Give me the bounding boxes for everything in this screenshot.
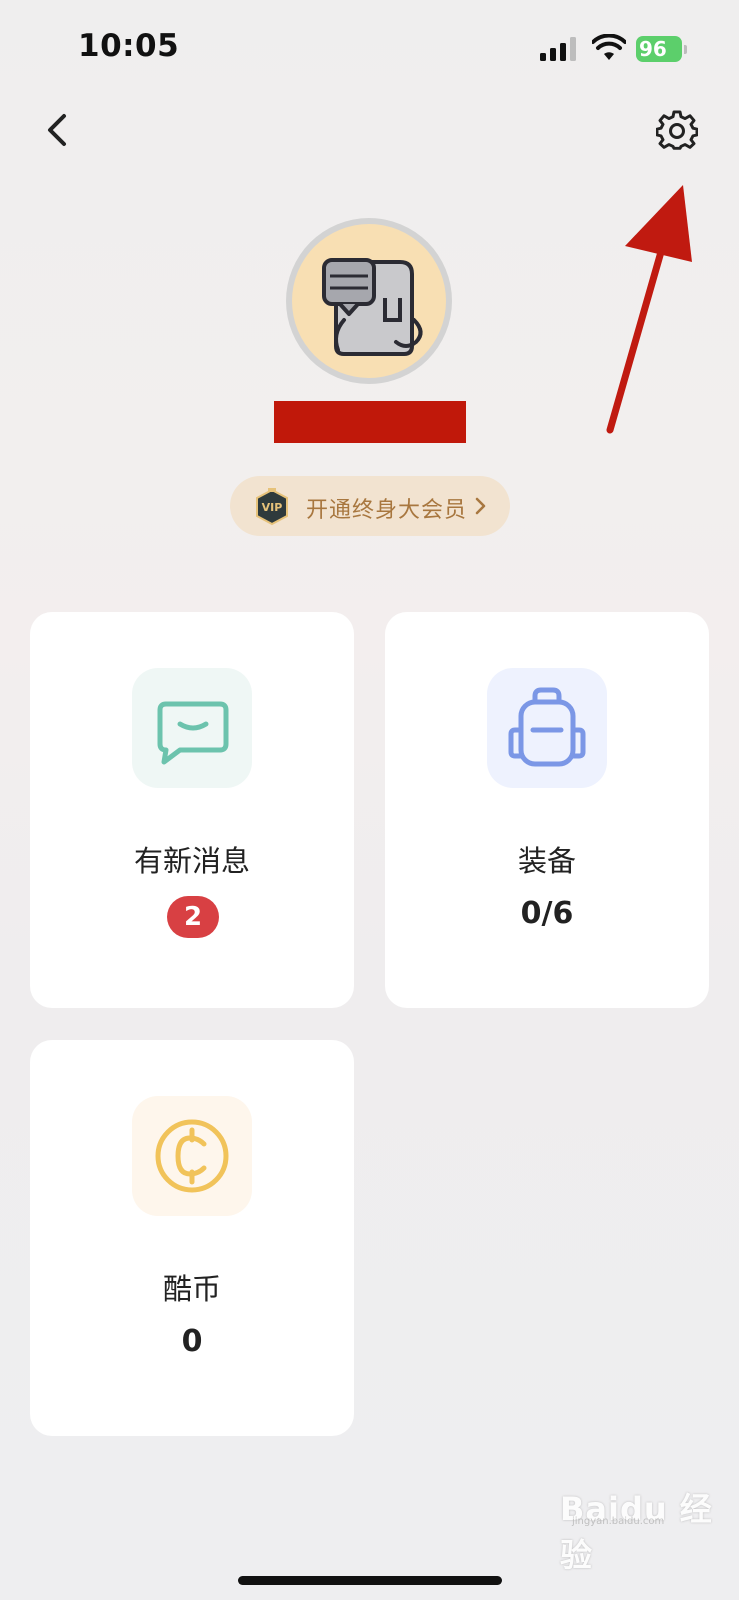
signal-icon xyxy=(540,37,576,61)
equipment-value: 0/6 xyxy=(520,896,574,931)
vip-label: 开通终身大会员 xyxy=(306,498,468,523)
backpack-icon xyxy=(508,687,586,767)
equipment-card[interactable]: 装备 0/6 xyxy=(385,612,709,1008)
avatar[interactable] xyxy=(286,218,452,384)
coins-icon-box xyxy=(132,1096,252,1216)
vip-badge-text: VIP xyxy=(262,501,283,514)
message-bubble-icon xyxy=(157,701,229,765)
status-time: 10:05 xyxy=(78,28,180,64)
username-redacted xyxy=(274,401,466,443)
equipment-title: 装备 xyxy=(517,844,576,878)
status-bar: 10:05 96 xyxy=(0,0,739,96)
settings-button[interactable] xyxy=(656,110,698,152)
battery-icon: 96 xyxy=(636,36,688,62)
coins-title: 酷币 xyxy=(162,1272,221,1306)
watermark-text: Baidu 经验 xyxy=(560,1490,713,1574)
unread-count-badge: 2 xyxy=(167,896,219,938)
robot-avatar-icon xyxy=(322,258,423,356)
messages-card[interactable]: 有新消息 2 xyxy=(30,612,354,1008)
battery-body: 96 xyxy=(636,36,682,62)
equipment-icon-box xyxy=(487,668,607,788)
messages-icon-box xyxy=(132,668,252,788)
messages-title: 有新消息 xyxy=(133,844,250,878)
coins-value: 0 xyxy=(181,1324,203,1359)
battery-cap xyxy=(684,45,687,54)
chevron-right-icon xyxy=(475,497,486,515)
coins-card[interactable]: 酷币 0 xyxy=(30,1040,354,1436)
vip-upgrade-button[interactable]: VIP 开通终身大会员 xyxy=(230,476,510,536)
vip-badge-icon: VIP xyxy=(256,488,288,526)
watermark-sub: jingyan.baidu.com xyxy=(572,1516,665,1527)
wifi-icon xyxy=(592,34,626,60)
avatar-background xyxy=(292,224,446,378)
gear-icon xyxy=(656,110,698,150)
watermark: Baidu 经验 jingyan.baidu.com xyxy=(560,1478,720,1574)
home-indicator[interactable] xyxy=(238,1576,502,1585)
coin-icon xyxy=(155,1119,229,1193)
back-button[interactable] xyxy=(40,108,80,152)
battery-level: 96 xyxy=(639,37,667,61)
